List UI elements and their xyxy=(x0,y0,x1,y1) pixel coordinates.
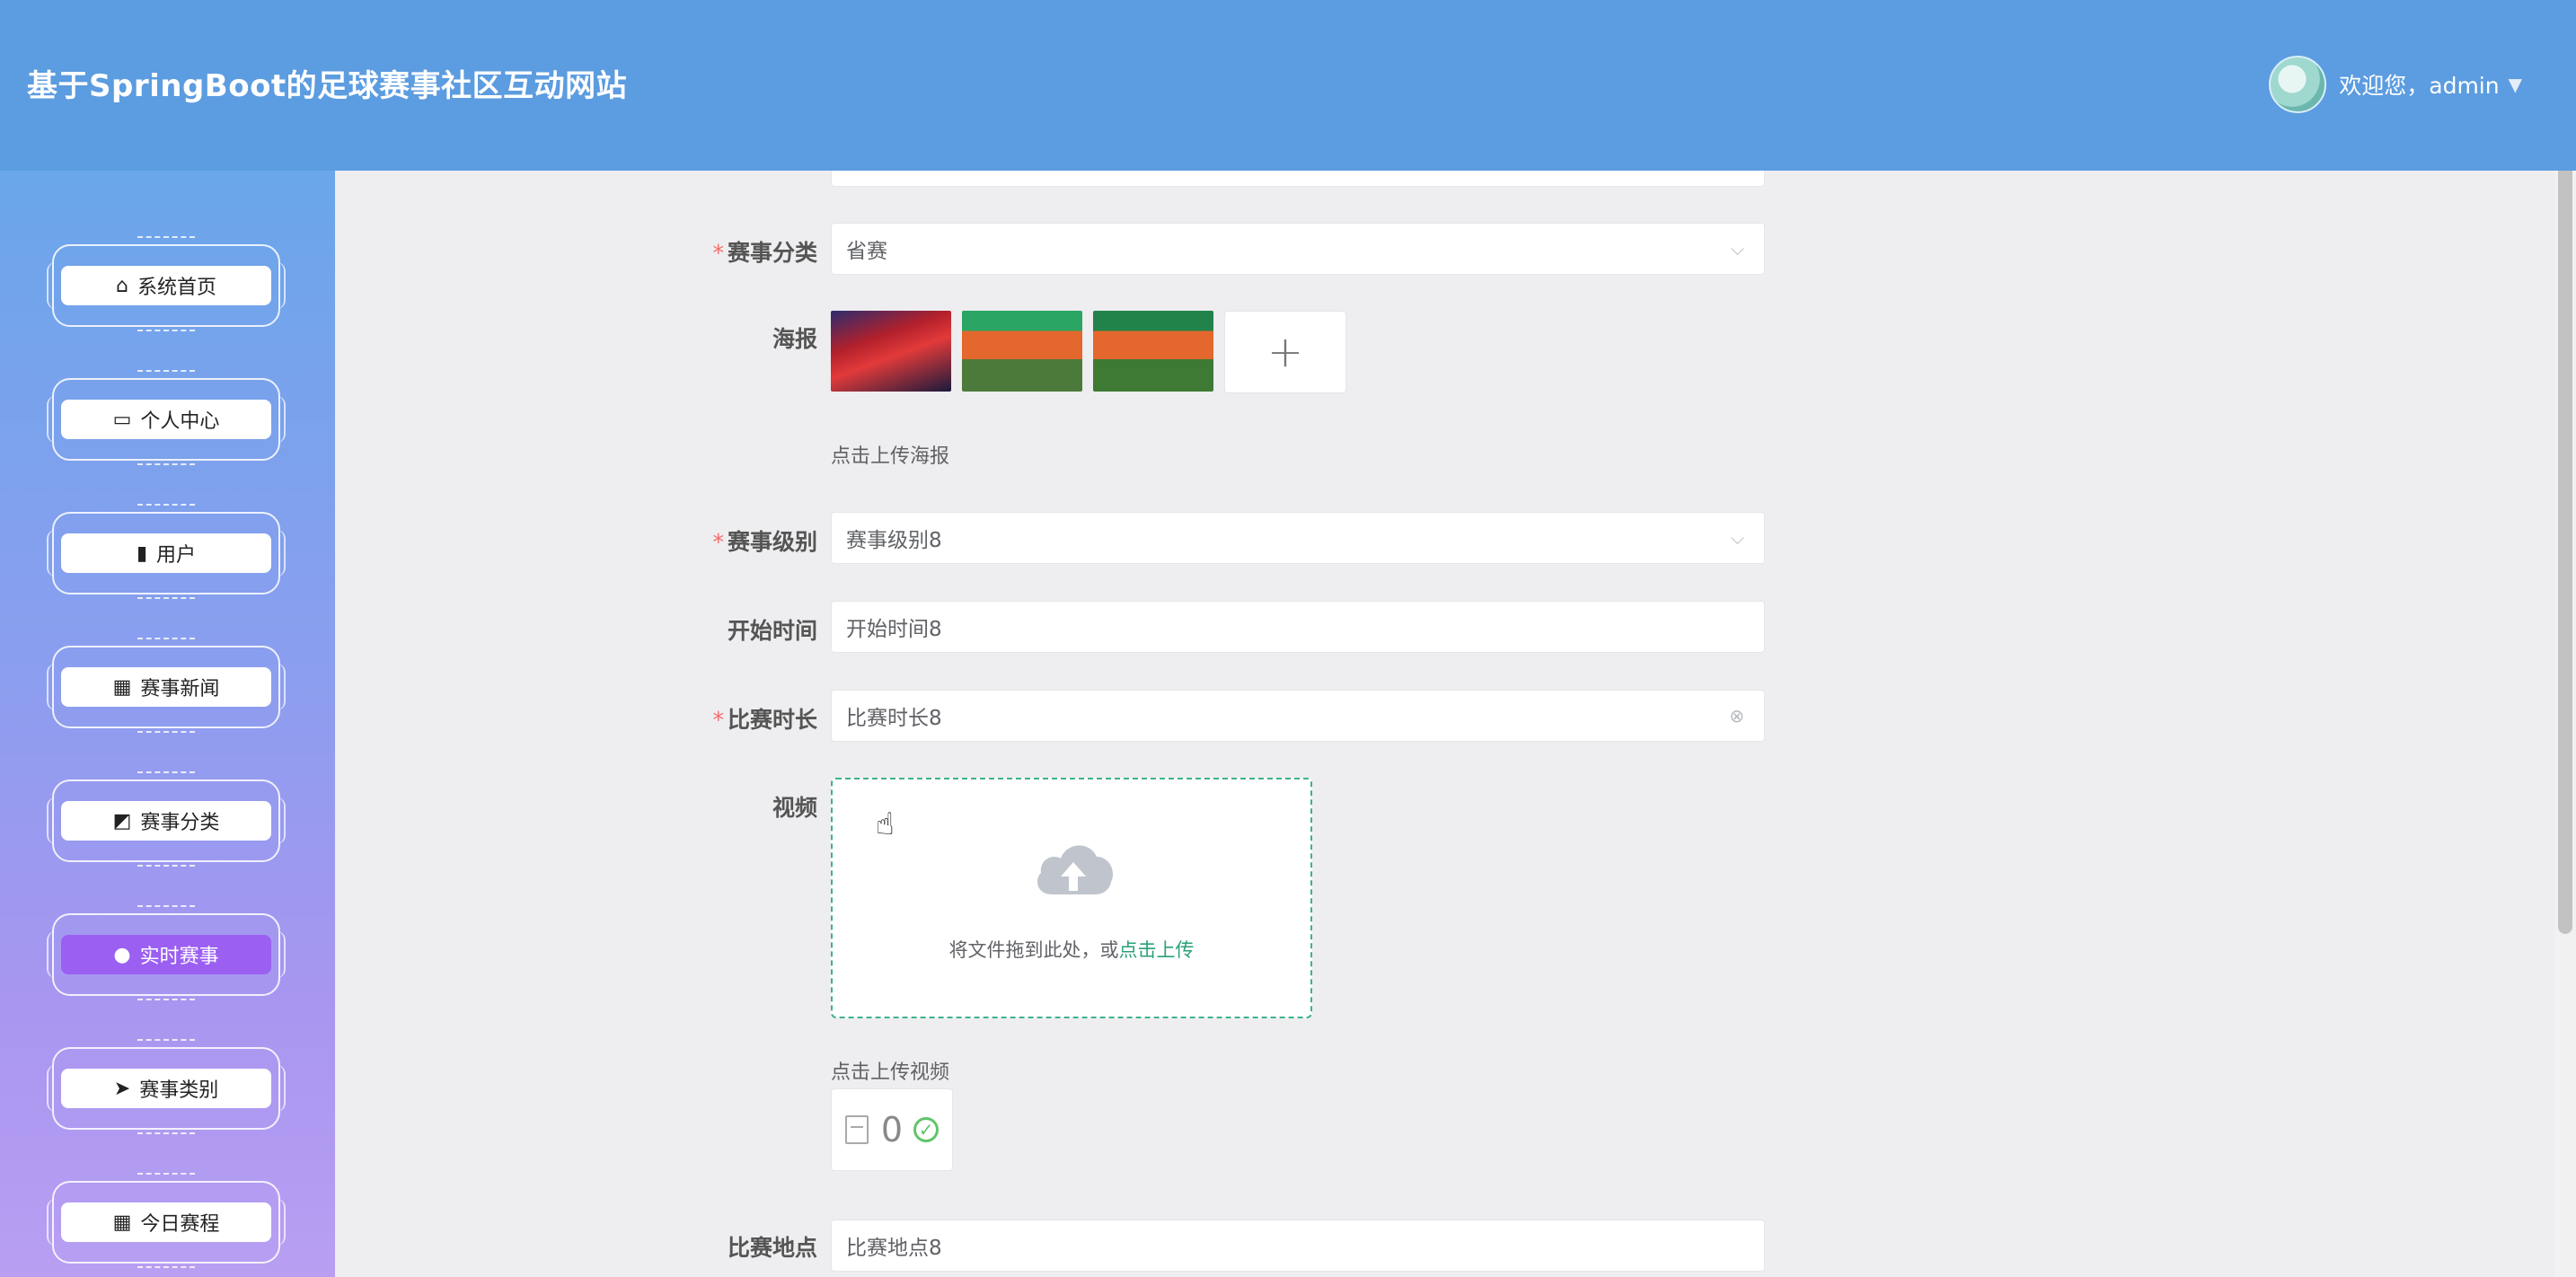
location-label: 比赛地点 xyxy=(727,1235,817,1261)
location-input[interactable]: 比赛地点8 xyxy=(831,1220,1765,1272)
category-select[interactable]: 省赛 ⌵ xyxy=(831,223,1765,275)
sidebar-item-live[interactable]: ● 实时赛事 xyxy=(47,905,286,1000)
upload-instructions: 将文件拖到此处，或 xyxy=(948,939,1119,961)
grid-icon: ▦ xyxy=(112,675,132,699)
welcome-text[interactable]: 欢迎您，admin xyxy=(2339,68,2499,101)
sidebar-item-label: 赛事新闻 xyxy=(140,678,220,700)
file-name: 0 xyxy=(880,1110,904,1149)
check-circle-icon: ✓ xyxy=(913,1117,940,1142)
tag-icon: ◩ xyxy=(112,809,132,832)
bar-chart-icon: ▮ xyxy=(136,542,148,565)
avatar[interactable] xyxy=(2269,56,2327,113)
duration-value: 比赛时长8 xyxy=(846,707,942,730)
sidebar-item-type[interactable]: ➤ 赛事类别 xyxy=(47,1039,286,1134)
level-select[interactable]: 赛事级别8 ⌵ xyxy=(831,512,1765,564)
sidebar-item-label: 今日赛程 xyxy=(140,1213,220,1236)
sidebar-item-profile[interactable]: ▭ 个人中心 xyxy=(47,370,286,465)
category-value: 省赛 xyxy=(846,240,887,263)
caret-down-icon[interactable]: ▼ xyxy=(2509,74,2522,95)
uploaded-file-item[interactable]: 0 ✓ xyxy=(831,1088,953,1171)
click-upload-link[interactable]: 点击上传 xyxy=(1119,939,1195,961)
sidebar-item-label: 个人中心 xyxy=(140,410,220,433)
scrollbar-thumb[interactable] xyxy=(2558,126,2572,934)
sidebar-item-label: 赛事分类 xyxy=(140,812,220,834)
chevron-down-icon[interactable]: ⌵ xyxy=(1731,527,1744,549)
send-icon: ➤ xyxy=(113,1077,131,1100)
start-time-label: 开始时间 xyxy=(727,618,817,644)
level-label: 赛事级别 xyxy=(727,529,817,555)
sidebar-item-category[interactable]: ◩ 赛事分类 xyxy=(47,771,286,867)
level-value: 赛事级别8 xyxy=(846,529,942,552)
sidebar-item-label: 赛事类别 xyxy=(139,1079,219,1102)
start-time-input[interactable]: 开始时间8 xyxy=(831,601,1765,653)
video-label: 视频 xyxy=(772,795,817,821)
poster-label: 海报 xyxy=(772,326,817,352)
sidebar-item-schedule[interactable]: ▦ 今日赛程 xyxy=(47,1173,286,1268)
sidebar-item-news[interactable]: ▦ 赛事新闻 xyxy=(47,638,286,733)
location-value: 比赛地点8 xyxy=(846,1237,942,1260)
sidebar-item-label: 系统首页 xyxy=(137,277,216,299)
hand-cursor-icon: ☝ xyxy=(876,806,895,842)
poster-thumbnail[interactable] xyxy=(1093,311,1213,392)
sidebar-item-users[interactable]: ▮ 用户 xyxy=(47,504,286,599)
app-title: 基于SpringBoot的足球赛事社区互动网站 xyxy=(27,68,628,104)
video-hint: 点击上传视频 xyxy=(831,1061,950,1084)
cloud-upload-icon xyxy=(1037,845,1114,894)
sidebar-item-home[interactable]: ⌂ 系统首页 xyxy=(47,236,286,331)
video-upload-dropzone[interactable]: 将文件拖到此处，或点击上传 xyxy=(831,778,1312,1018)
poster-thumbnail[interactable] xyxy=(831,311,951,392)
page-scrollbar[interactable] xyxy=(2554,117,2576,1277)
clear-circle-icon[interactable]: ⊗ xyxy=(1729,705,1744,727)
wallet-icon: ▭ xyxy=(112,408,132,431)
start-time-value: 开始时间8 xyxy=(846,618,942,641)
plus-icon: + xyxy=(1266,327,1304,377)
top-header: 基于SpringBoot的足球赛事社区互动网站 欢迎您，admin ▼ xyxy=(0,0,2576,171)
home-icon: ⌂ xyxy=(116,274,128,297)
user-icon: ● xyxy=(113,943,131,966)
user-menu[interactable]: 欢迎您，admin ▼ xyxy=(2269,56,2522,113)
poster-hint: 点击上传海报 xyxy=(831,445,950,468)
add-poster-button[interactable]: + xyxy=(1224,311,1346,393)
sidebar-item-label: 实时赛事 xyxy=(139,946,219,968)
duration-input[interactable]: 比赛时长8 ⊗ xyxy=(831,690,1765,742)
duration-label: 比赛时长 xyxy=(727,707,817,733)
document-icon xyxy=(844,1115,869,1144)
sidebar: ⌂ 系统首页 ▭ 个人中心 ▮ 用户 ▦ 赛事新闻 ◩ 赛事分类 ● 实时赛事 ➤ 赛事类别 … xyxy=(0,171,335,1277)
chevron-down-icon[interactable]: ⌵ xyxy=(1731,238,1744,260)
grid-icon: ▦ xyxy=(112,1211,132,1234)
category-label: 赛事分类 xyxy=(727,240,817,266)
poster-thumbnail[interactable] xyxy=(962,311,1082,392)
sidebar-item-label: 用户 xyxy=(156,544,197,567)
